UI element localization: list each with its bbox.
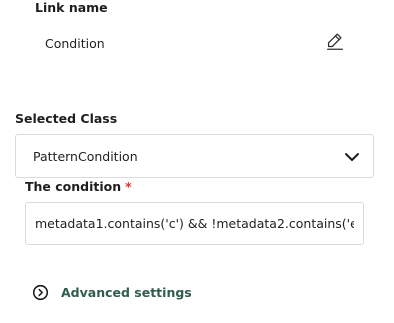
chevron-down-icon	[343, 148, 361, 166]
advanced-settings-label: Advanced settings	[61, 284, 192, 300]
selected-class-label: Selected Class	[15, 111, 118, 126]
link-properties-panel: Link name Condition Selected Class Patte…	[0, 0, 394, 323]
link-name-label: Link name	[35, 0, 108, 15]
edit-link-name-button[interactable]	[324, 30, 346, 52]
circle-chevron-right-icon	[32, 284, 49, 301]
selected-class-value: PatternCondition	[33, 149, 138, 164]
advanced-settings-toggle[interactable]: Advanced settings	[32, 283, 192, 301]
condition-input[interactable]	[25, 202, 364, 245]
selected-class-dropdown[interactable]: PatternCondition	[15, 134, 374, 178]
pencil-edit-icon	[327, 33, 343, 50]
condition-label: The condition *	[25, 179, 132, 194]
condition-label-text: The condition	[25, 179, 122, 194]
required-marker: *	[125, 179, 132, 194]
link-name-value: Condition	[45, 36, 105, 51]
